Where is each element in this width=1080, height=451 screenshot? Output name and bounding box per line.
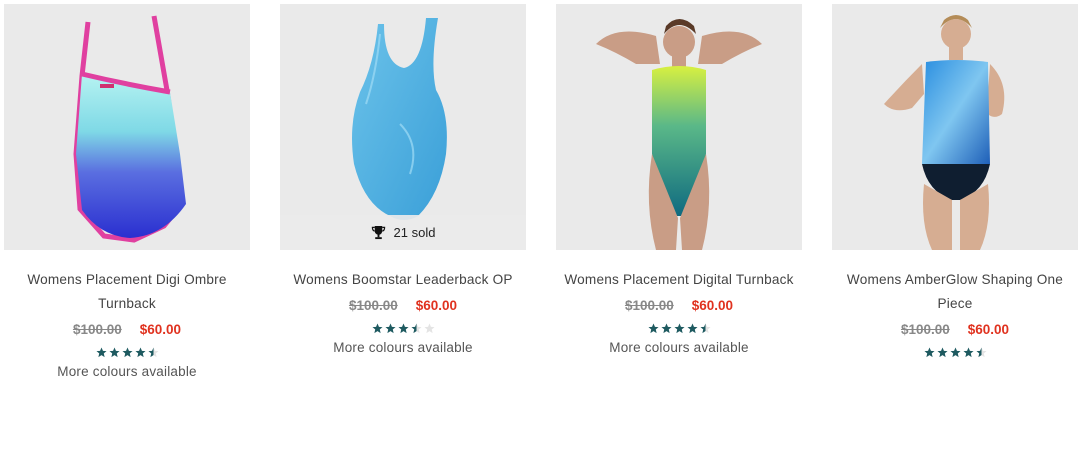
product-card: Womens AmberGlow Shaping One Piece $100.… [832, 4, 1078, 358]
original-price: $100.00 [900, 322, 950, 337]
product-image[interactable] [4, 4, 250, 250]
product-name-link[interactable]: Womens AmberGlow Shaping One Piece [837, 268, 1073, 316]
swimsuit-image [73, 15, 186, 243]
star-icon [397, 323, 409, 334]
product-name-link[interactable]: Womens Placement Digital Turnback [561, 268, 797, 292]
sale-price: $60.00 [415, 298, 458, 313]
product-image[interactable] [556, 4, 802, 250]
sale-price: $60.00 [691, 298, 734, 313]
star-icon [660, 323, 672, 334]
model-photo [884, 15, 1005, 250]
product-name-link[interactable]: Womens Boomstar Leaderback OP [285, 268, 521, 292]
product-card: Womens Placement Digital Turnback $100.0… [556, 4, 802, 355]
price-row: $100.00 $60.00 [4, 322, 250, 337]
sale-price: $60.00 [139, 322, 182, 337]
price-row: $100.00 $60.00 [280, 298, 526, 313]
star-icon [673, 323, 685, 334]
price-row: $100.00 $60.00 [556, 298, 802, 313]
sold-badge: 21 sold [280, 215, 526, 250]
trophy-icon [371, 225, 385, 240]
product-name-link[interactable]: Womens Placement Digi Ombre Turnback [9, 268, 245, 316]
star-icon [121, 347, 133, 358]
more-colours-link[interactable]: More colours available [556, 340, 802, 355]
original-price: $100.00 [348, 298, 398, 313]
star-icon [923, 347, 935, 358]
swimsuit-image [352, 18, 447, 220]
product-card: Womens Placement Digi Ombre Turnback $10… [4, 4, 250, 379]
star-icon [371, 323, 383, 334]
star-icon [949, 347, 961, 358]
star-icon [108, 347, 120, 358]
star-rating [556, 323, 802, 334]
price-row: $100.00 $60.00 [832, 322, 1078, 337]
star-icon [384, 323, 396, 334]
sale-price: $60.00 [967, 322, 1010, 337]
original-price: $100.00 [624, 298, 674, 313]
star-icon [134, 347, 146, 358]
original-price: $100.00 [72, 322, 122, 337]
star-icon [936, 347, 948, 358]
star-icon [423, 323, 435, 334]
star-icon [410, 323, 422, 334]
model-photo [596, 19, 762, 250]
product-image[interactable] [832, 4, 1078, 250]
star-icon [975, 347, 987, 358]
star-icon [686, 323, 698, 334]
star-icon [95, 347, 107, 358]
more-colours-link[interactable]: More colours available [4, 364, 250, 379]
star-icon [962, 347, 974, 358]
more-colours-link[interactable]: More colours available [280, 340, 526, 355]
star-rating [832, 347, 1078, 358]
product-grid: Womens Placement Digi Ombre Turnback $10… [0, 0, 1080, 451]
star-icon [699, 323, 711, 334]
star-rating [4, 347, 250, 358]
sold-count: 21 sold [393, 225, 436, 240]
star-icon [647, 323, 659, 334]
product-card: 21 sold Womens Boomstar Leaderback OP $1… [280, 4, 526, 355]
star-icon [147, 347, 159, 358]
star-rating [280, 323, 526, 334]
product-image[interactable]: 21 sold [280, 4, 526, 250]
